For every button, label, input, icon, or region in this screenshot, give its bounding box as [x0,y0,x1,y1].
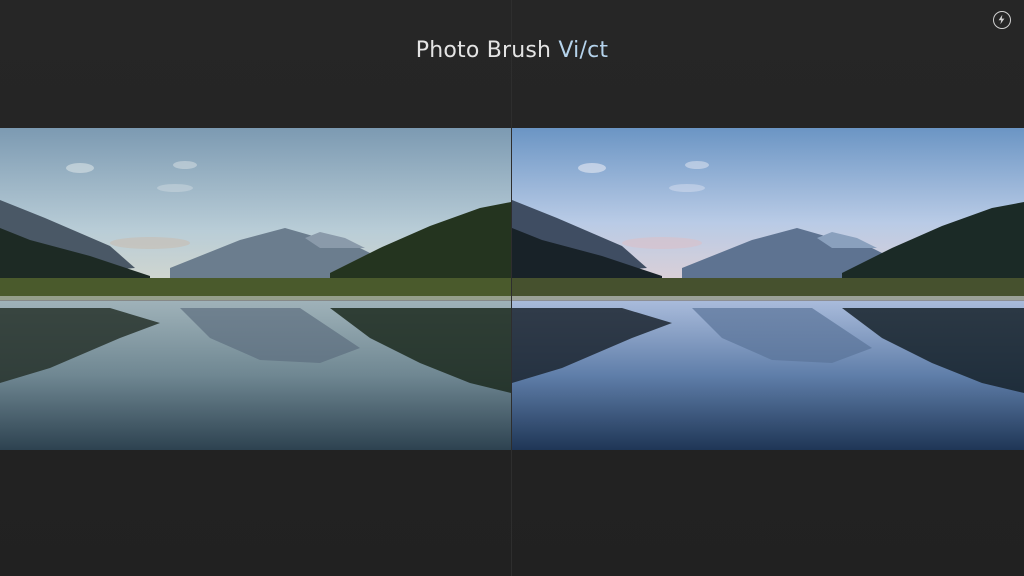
cloud [173,161,197,169]
shoreline [0,296,511,301]
app-title-accent: Vi/ct [558,38,609,63]
cloud [685,161,709,169]
top-bar: Photo Brush Vi/ct [0,0,1024,128]
bottom-bar [0,450,1024,576]
cloud [578,163,606,173]
app-title: Photo Brush Vi/ct [0,38,1024,63]
cloud [157,184,193,192]
shoreline [512,296,1024,301]
original-photo[interactable] [0,128,511,450]
cloud [110,237,190,249]
cloud [622,237,702,249]
cloud [669,184,705,192]
cloud [66,163,94,173]
app-title-main: Photo Brush [415,38,559,63]
bolt-circle-icon[interactable] [993,11,1011,29]
edited-photo[interactable] [512,128,1024,450]
